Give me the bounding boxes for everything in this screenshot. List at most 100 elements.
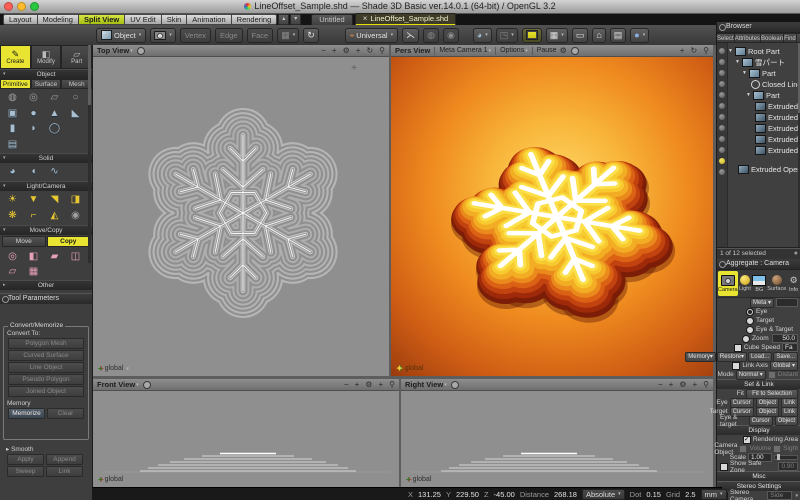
pan-icon[interactable]: + <box>356 45 361 56</box>
smooth-apply-button[interactable]: Apply <box>7 454 44 465</box>
tab-animation[interactable]: Animation <box>186 14 230 25</box>
eye-toggle[interactable] <box>719 114 725 120</box>
tab-modeling[interactable]: Modeling <box>37 14 78 25</box>
sight-checkbox[interactable] <box>773 445 781 453</box>
set-link-section-header[interactable]: Set & Link <box>717 379 800 389</box>
right-zoom-in-icon[interactable]: + <box>669 379 674 390</box>
memorize-button[interactable]: Memorize <box>8 408 45 419</box>
monitor3-button[interactable]: ▤ <box>610 28 627 43</box>
volume-checkbox[interactable] <box>739 445 747 453</box>
solid-sphere-icon[interactable]: ◕ <box>2 164 23 179</box>
toolbox-scrollbar[interactable] <box>88 45 91 263</box>
section-light-camera[interactable]: ▾Light/Camera <box>0 181 92 191</box>
eye-target-cursor-button[interactable]: Cursor <box>749 416 773 426</box>
scale-copy-icon[interactable]: ▰ <box>44 249 65 264</box>
tab-overflow-up-button[interactable]: ▴ <box>278 14 289 25</box>
tab-split-view[interactable]: Split View <box>78 14 124 25</box>
camera-object-icon[interactable]: ◉ <box>65 208 86 223</box>
options-menu[interactable]: Options <box>500 47 524 54</box>
load-button[interactable]: Load... <box>748 352 772 362</box>
meta-dropdown[interactable]: Meta ▾ <box>750 298 774 308</box>
eye-target-object-button[interactable]: Object <box>775 416 798 426</box>
front-magnify-icon[interactable]: ⚲ <box>389 379 395 390</box>
front-pan-icon[interactable]: + <box>378 379 383 390</box>
orbit-icon[interactable]: ↻ <box>366 45 373 56</box>
top-viewport-canvas[interactable]: + Top View▾ − + ⚙ + ↻ ⚲ +global▾ <box>93 45 389 376</box>
tree-row-part[interactable]: ▼Part <box>728 68 797 78</box>
tab-surface[interactable]: Surface <box>31 79 62 89</box>
zoom-out-icon[interactable]: − <box>321 45 326 56</box>
circle-tool-icon[interactable]: ○ <box>65 90 86 105</box>
eye-toggle-active[interactable] <box>719 158 725 164</box>
memory-button[interactable]: Memory▾ <box>685 352 716 362</box>
pause-button[interactable]: Pause <box>537 47 557 54</box>
aggregate-tab-surface[interactable]: Surface <box>767 271 786 296</box>
disk-tool-icon[interactable]: ◍ <box>2 90 23 105</box>
mode-dropdown[interactable]: Normal ▾ <box>736 370 766 380</box>
vertex-mode-button[interactable]: Vertex <box>180 28 211 43</box>
eye-toggle[interactable] <box>719 136 725 142</box>
tree-row-snow-part[interactable]: ▼雪パート <box>728 57 797 67</box>
pers-gear-icon[interactable]: ⚙ <box>560 45 567 56</box>
aggregate-tab-info[interactable]: ⚙Info <box>787 271 800 296</box>
right-zoom-out-icon[interactable]: − <box>658 379 663 390</box>
toolbox-modify-button[interactable]: ◧Modify <box>31 45 62 69</box>
eye-toggle[interactable] <box>719 147 725 153</box>
tab-rendering[interactable]: Rendering <box>231 14 278 25</box>
copy-button[interactable]: Copy <box>47 236 91 247</box>
horizontal-splitter[interactable] <box>93 376 713 379</box>
front-zoom-out-icon[interactable]: − <box>344 379 349 390</box>
zoom-in-icon[interactable]: + <box>332 45 337 56</box>
right-magnify-icon[interactable]: ⚲ <box>703 379 709 390</box>
convert-line-object-button[interactable]: Line Object <box>8 362 84 373</box>
monitor2-button[interactable]: ⌂ <box>592 28 605 43</box>
section-other[interactable]: ▸Other <box>0 280 92 290</box>
browser-header[interactable]: Browser <box>717 22 800 33</box>
cube-speed-checkbox[interactable] <box>734 344 742 352</box>
zoom-radio[interactable] <box>742 335 750 343</box>
hemisphere-icon[interactable]: ◖ <box>23 164 44 179</box>
eye-toggle[interactable] <box>719 48 725 54</box>
eye-toggle[interactable] <box>719 70 725 76</box>
tab-skin[interactable]: Skin <box>161 14 187 25</box>
tree-row-extruded-closed[interactable]: Extruded Closed <box>728 134 797 144</box>
convert-polygon-mesh-button[interactable]: Polygon Mesh <box>8 338 84 349</box>
doc-tab-untitled[interactable]: Untitled <box>311 14 352 26</box>
tab-uv-edit[interactable]: UV Edit <box>124 14 160 25</box>
eye-toggle[interactable] <box>719 103 725 109</box>
view-gear-icon[interactable]: ⚙ <box>343 45 350 56</box>
scale-slider[interactable] <box>774 455 798 460</box>
aggregate-header[interactable]: Aggregate : Camera <box>717 259 800 270</box>
section-solid[interactable]: ▾Solid <box>0 153 92 163</box>
monitor1-button[interactable]: ▭ <box>572 28 589 43</box>
cone-light-icon[interactable]: ◭ <box>44 208 65 223</box>
capsule-tool-icon[interactable]: ◗ <box>23 121 44 136</box>
link-axis-dropdown[interactable]: Global ▾ <box>770 361 798 371</box>
eye-target-radio[interactable] <box>746 326 754 334</box>
cube-speed-field[interactable]: Fa <box>782 343 798 352</box>
browser-tab-boolean[interactable]: Boolean <box>761 33 784 43</box>
pers-zoom-in-icon[interactable]: + <box>680 45 685 56</box>
tree-row-extruded-closed[interactable]: Extruded Closed <box>728 145 797 155</box>
point-light-icon[interactable]: ☀ <box>2 192 23 207</box>
sphere-tool-icon[interactable]: ● <box>23 106 44 121</box>
stereo-mode-dropdown[interactable]: Side by Side <box>767 491 792 500</box>
meta-extra-field[interactable] <box>776 298 798 307</box>
front-gear-icon[interactable]: ⚙ <box>365 379 372 390</box>
eye-toggle[interactable] <box>719 169 725 175</box>
distant-light-icon[interactable]: ◥ <box>44 192 65 207</box>
tab-layout[interactable]: Layout <box>3 14 37 25</box>
pers-view-title[interactable]: Pers View <box>395 46 430 55</box>
tree-row-root-part[interactable]: ▼Root Part <box>728 46 797 56</box>
area-light-icon[interactable]: ◨ <box>65 192 86 207</box>
rotate-copy-icon[interactable]: ◧ <box>23 249 44 264</box>
vertical-splitter-bottom[interactable] <box>399 379 401 487</box>
spot-light-icon[interactable]: ▼ <box>23 192 44 207</box>
stack-copy-icon[interactable]: ◫ <box>65 249 86 264</box>
front-rotate-widget[interactable] <box>143 381 151 389</box>
vertical-splitter-top[interactable] <box>389 45 391 376</box>
browser-tab-select[interactable]: Select <box>717 33 735 43</box>
plane-tool-icon[interactable]: ▱ <box>44 90 65 105</box>
eye-toggle[interactable] <box>719 125 725 131</box>
wireframe-view-button[interactable]: ◳▾ <box>496 28 518 43</box>
